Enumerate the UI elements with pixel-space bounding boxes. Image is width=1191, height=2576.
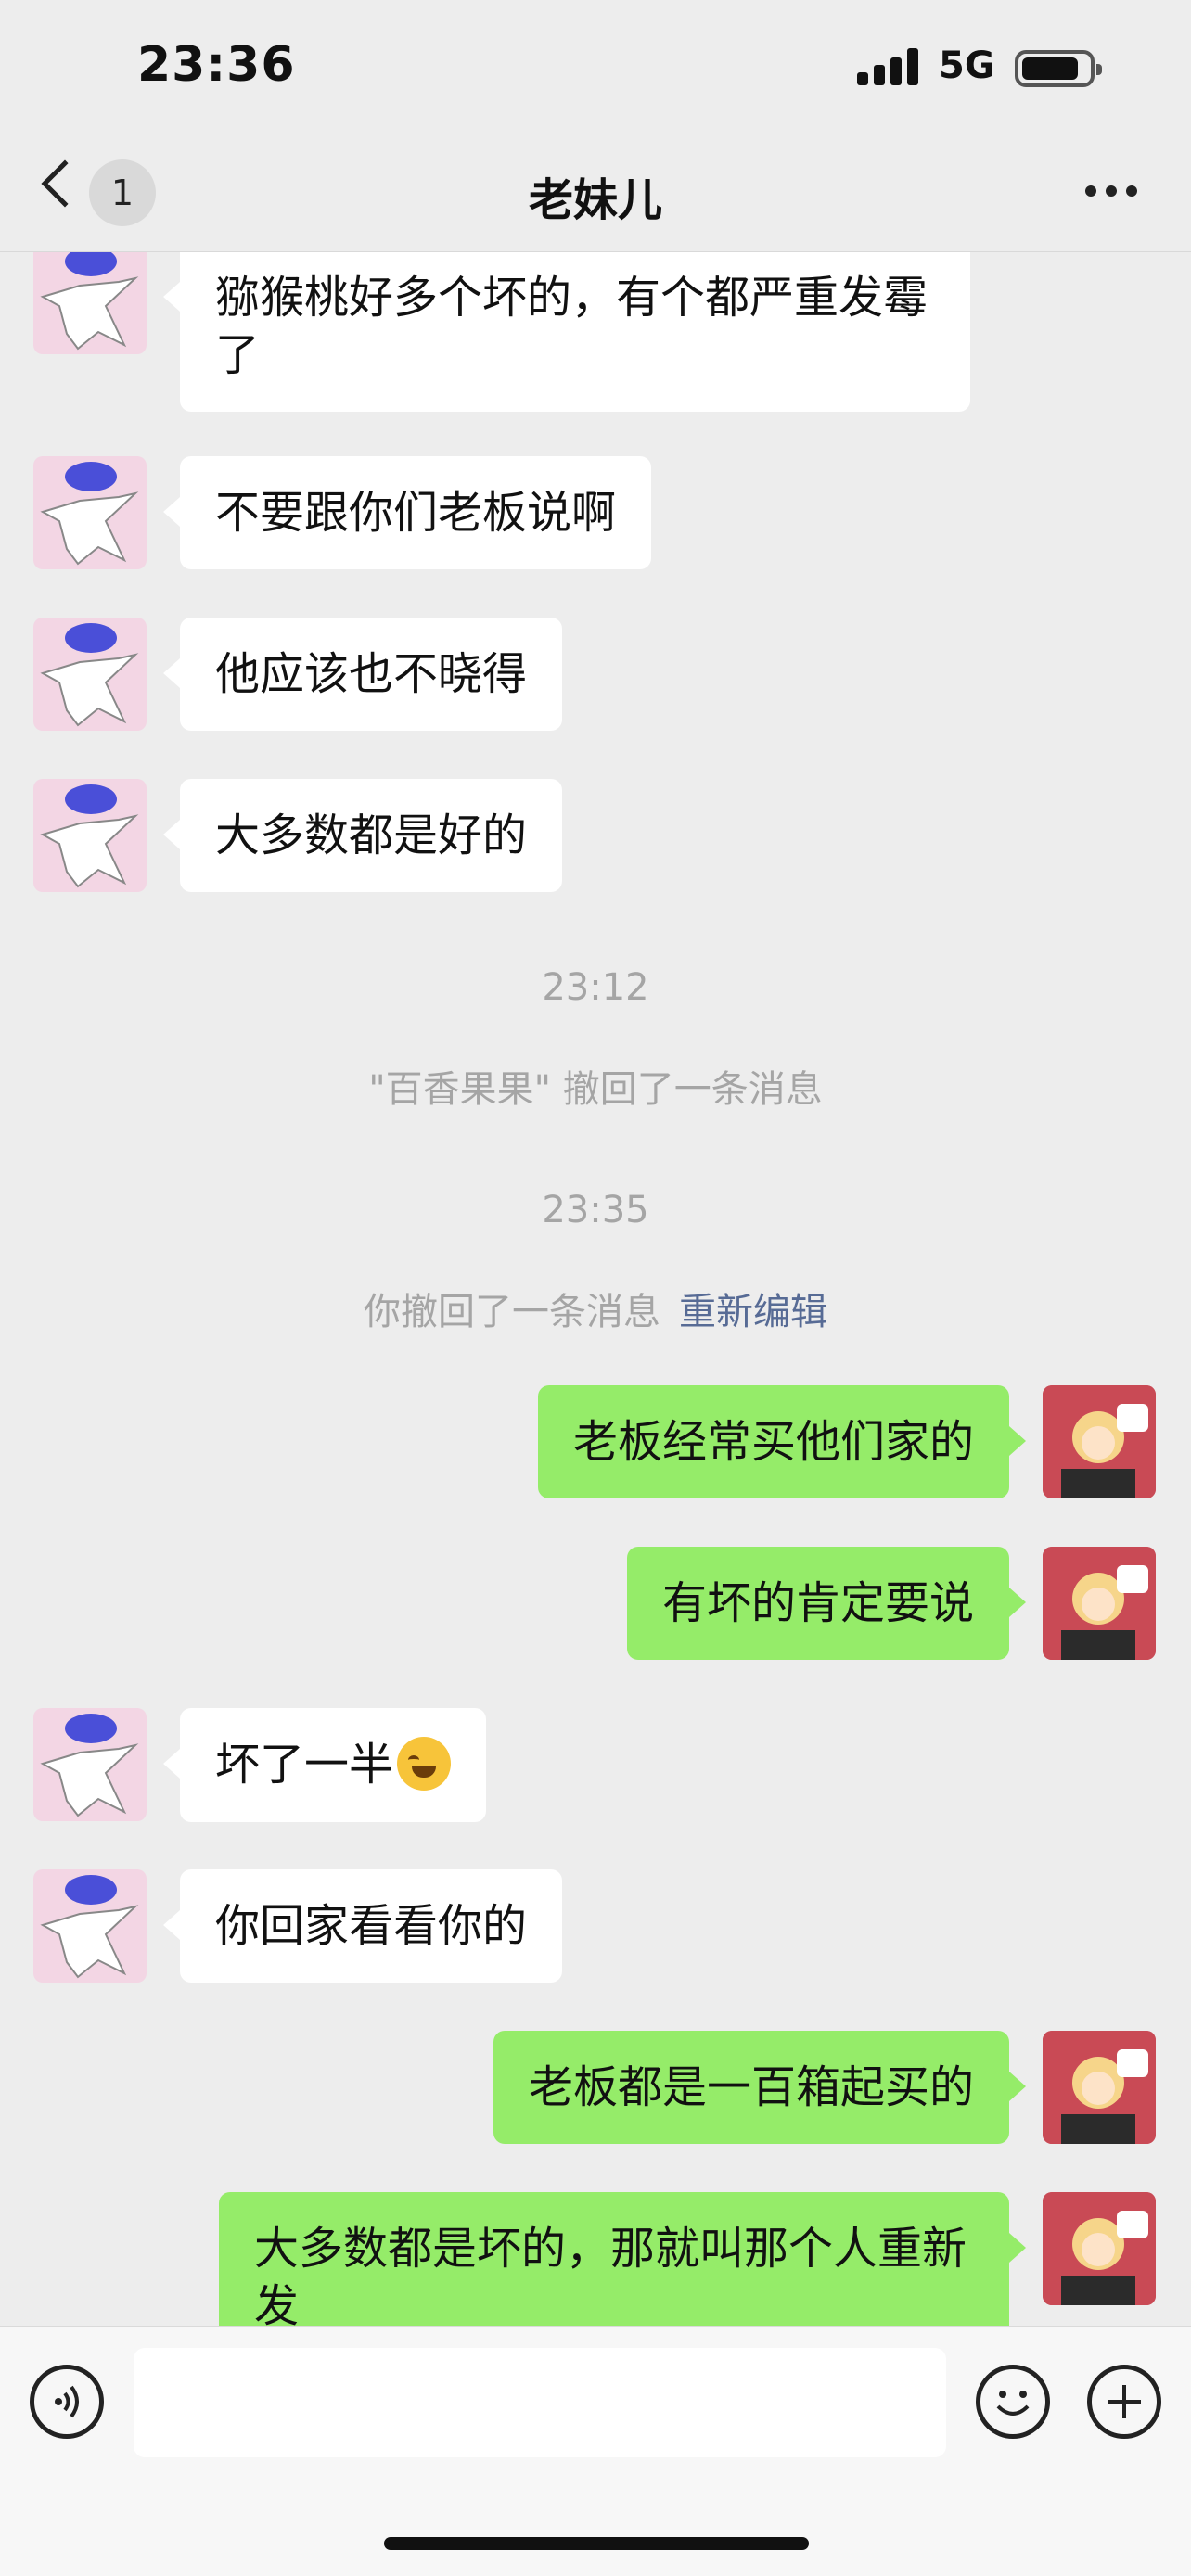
signal-strength-icon [857, 46, 920, 85]
message-row: 有坏的肯定要说 [0, 1547, 1191, 1662]
message-bubble[interactable]: 大多数都是坏的，那就叫那个人重新发 [219, 2192, 1026, 2326]
message-bubble[interactable]: 你回家看看你的 [162, 1869, 563, 1983]
chat-area[interactable]: 猕猴桃好多个坏的，有个都严重发霉了 不要跟你们老板说啊 他应该也不晓得 大多数都… [0, 252, 1191, 2326]
message-row: 大多数都是坏的，那就叫那个人重新发 [0, 2192, 1191, 2326]
voice-icon[interactable] [30, 2365, 104, 2439]
contact-avatar[interactable] [33, 456, 147, 569]
message-row: 老板都是一百箱起买的 [0, 2031, 1191, 2146]
re-edit-link[interactable]: 重新编辑 [679, 1291, 827, 1333]
message-bubble[interactable]: 坏了一半 [162, 1708, 487, 1822]
self-avatar[interactable] [1043, 1547, 1156, 1660]
contact-avatar[interactable] [33, 252, 147, 354]
message-input[interactable] [134, 2348, 946, 2457]
more-dots-icon[interactable] [1085, 185, 1137, 198]
chat-title: 老妹儿 [528, 174, 662, 226]
recall-notice: "百香果果" 撤回了一条消息 [368, 1068, 823, 1111]
crying-laughing-face-icon [397, 1737, 452, 1791]
message-row: 你回家看看你的 [0, 1869, 1191, 1984]
smiley-icon[interactable] [976, 2365, 1050, 2439]
message-bubble[interactable]: 猕猴桃好多个坏的，有个都严重发霉了 [163, 252, 970, 412]
recall-notice-self: 你撤回了一条消息 重新编辑 [0, 1282, 1191, 1335]
message-bubble[interactable]: 老板经常买他们家的 [537, 1385, 1027, 1498]
self-avatar[interactable] [1043, 2031, 1156, 2144]
message-bubble[interactable]: 他应该也不晓得 [162, 618, 563, 731]
self-avatar[interactable] [1043, 2192, 1156, 2305]
battery-icon [1015, 50, 1102, 87]
contact-avatar[interactable] [33, 1869, 147, 1983]
contact-avatar[interactable] [33, 779, 147, 892]
self-avatar[interactable] [1043, 1385, 1156, 1498]
contact-avatar[interactable] [33, 1708, 147, 1821]
message-row: 不要跟你们老板说啊 [0, 456, 1191, 571]
status-bar: 23:36 5G [0, 0, 1191, 139]
message-bubble[interactable]: 有坏的肯定要说 [626, 1547, 1027, 1660]
contact-avatar[interactable] [33, 618, 147, 731]
plus-icon[interactable] [1087, 2365, 1161, 2439]
recall-text: 你撤回了一条消息 [364, 1291, 660, 1333]
network-type: 5G [939, 45, 995, 87]
timestamp: 23:12 [542, 966, 649, 1009]
message-row: 老板经常买他们家的 [0, 1385, 1191, 1500]
message-text: 坏了一半 [215, 1739, 394, 1791]
message-bubble[interactable]: 不要跟你们老板说啊 [162, 456, 652, 569]
message-row: 大多数都是好的 [0, 779, 1191, 894]
message-bubble[interactable]: 大多数都是好的 [162, 779, 563, 892]
message-row: 猕猴桃好多个坏的，有个都严重发霉了 [0, 252, 1191, 417]
status-time: 23:36 [137, 37, 296, 93]
message-row: 坏了一半 [0, 1708, 1191, 1823]
message-row: 他应该也不晓得 [0, 618, 1191, 733]
timestamp: 23:35 [542, 1189, 649, 1231]
home-indicator[interactable] [384, 2537, 809, 2550]
message-bubble[interactable]: 老板都是一百箱起买的 [493, 2031, 1027, 2144]
